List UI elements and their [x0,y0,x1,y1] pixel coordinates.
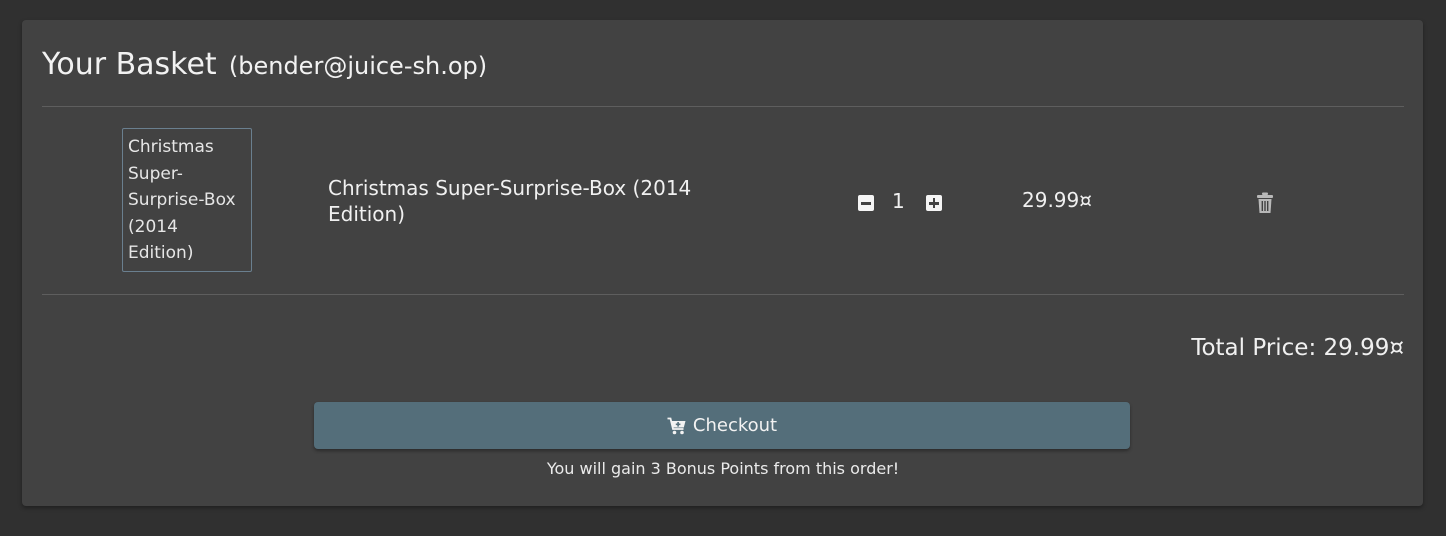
header-divider [42,106,1404,107]
product-name: Christmas Super-Surprise-Box (2014 Editi… [328,176,692,226]
minus-square-icon[interactable] [858,195,874,211]
trash-icon[interactable] [1256,192,1274,214]
checkout-button[interactable]: Checkout [314,402,1130,449]
item-divider [42,294,1404,295]
item-price: 29.99¤ [1022,188,1092,212]
basket-title: Your Basket [42,47,217,82]
cart-icon [667,417,687,435]
user-email: (bender@juice-sh.op) [228,52,488,80]
bonus-points-text: You will gain 3 Bonus Points from this o… [546,459,900,478]
basket-card: Your Basket (bender@juice-sh.op) Christm… [22,20,1423,506]
plus-square-icon[interactable] [926,195,942,211]
product-image: Christmas Super-Surprise-Box (2014 Editi… [122,128,252,272]
quantity-value: 1 [892,189,905,213]
checkout-label: Checkout [692,415,778,436]
page-title: Your Basket (bender@juice-sh.op) [42,44,487,82]
total-price: Total Price: 29.99¤ [1191,335,1404,361]
